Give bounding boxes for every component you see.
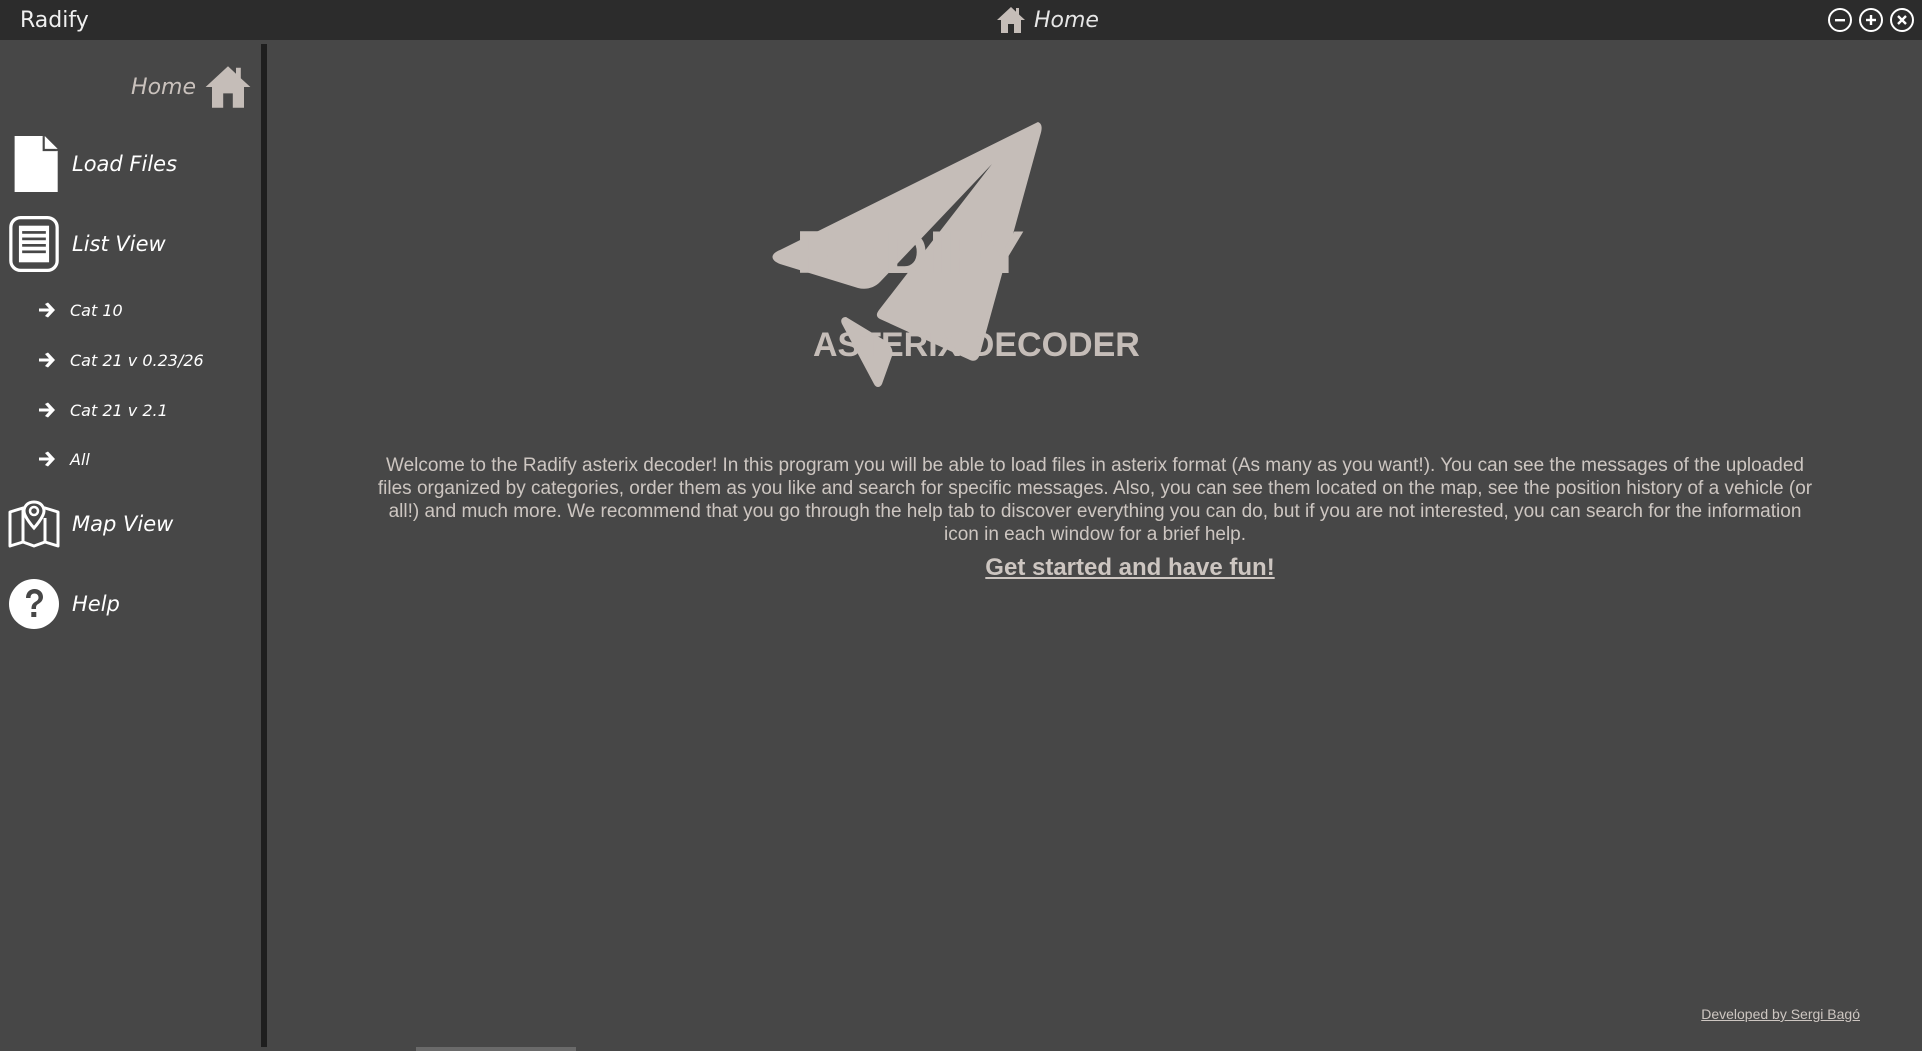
title-bar: Radify Home [0,0,1922,40]
welcome-line: files organized by categories, order the… [377,478,1813,499]
minus-icon [1835,19,1845,22]
home-icon [205,66,251,108]
arrow-right-icon [39,402,55,418]
sidebar-subitem-cat-21-v023[interactable]: Cat 21 v 0.23/26 [38,343,258,377]
horizontal-scrollbar[interactable] [416,1047,576,1051]
maximize-button[interactable] [1859,8,1883,32]
sidebar-item-help[interactable]: Help [8,574,248,634]
page-title: Home [1034,7,1099,33]
arrow-right-icon [39,451,55,467]
sidebar-subitem-all[interactable]: All [38,442,258,476]
sidebar: Home Load Files List View Cat 10 Cat 21 … [0,40,262,1051]
map-icon [8,500,60,548]
welcome-line: Welcome to the Radify asterix decoder! I… [385,455,1804,476]
sidebar-item-label: Help [72,592,120,616]
sidebar-home-label: Home [131,74,196,100]
file-icon [14,136,58,192]
sidebar-item-load-files[interactable]: Load Files [8,134,248,194]
get-started-link[interactable]: Get started and have fun! [930,554,1330,582]
page-title-group: Home [996,3,1099,37]
app-window: Radify Home Home Load Files List View Ca… [0,0,1922,1051]
brand-title: RADIFY [796,219,1026,286]
home-icon [997,7,1025,33]
welcome-line: icon in each window for a brief help. [943,524,1247,545]
sidebar-subitem-cat-21-v21[interactable]: Cat 21 v 2.1 [38,393,258,427]
close-icon [1897,15,1907,25]
plus-icon [1866,15,1876,25]
sidebar-subitem-label: Cat 21 v 2.1 [70,400,168,420]
sidebar-item-label: Map View [72,512,174,536]
sidebar-item-home[interactable]: Home [100,60,252,114]
sidebar-subitem-label: Cat 10 [70,300,123,320]
app-title: Radify [20,8,89,33]
brand-subtitle: ASTERIX DECODER [813,326,1140,364]
close-button[interactable] [1890,8,1914,32]
sidebar-subitem-cat-10[interactable]: Cat 10 [38,293,258,327]
sidebar-subitem-label: Cat 21 v 0.23/26 [70,350,204,370]
developer-credit-link[interactable]: Developed by Sergi Bagó [1640,1006,1860,1022]
help-icon [9,579,59,629]
sidebar-item-map-view[interactable]: Map View [8,494,248,554]
sidebar-item-label: Load Files [72,152,178,176]
welcome-line: all!) and much more. We recommend that y… [388,501,1802,522]
arrow-right-icon [39,352,55,368]
arrow-right-icon [39,302,55,318]
minimize-button[interactable] [1828,8,1852,32]
list-icon [9,216,59,272]
sidebar-item-list-view[interactable]: List View [8,214,248,274]
sidebar-subitem-label: All [70,449,90,469]
window-controls [1828,8,1914,32]
sidebar-item-label: List View [72,232,166,256]
welcome-text: Welcome to the Radify asterix decoder! I… [330,454,1860,546]
